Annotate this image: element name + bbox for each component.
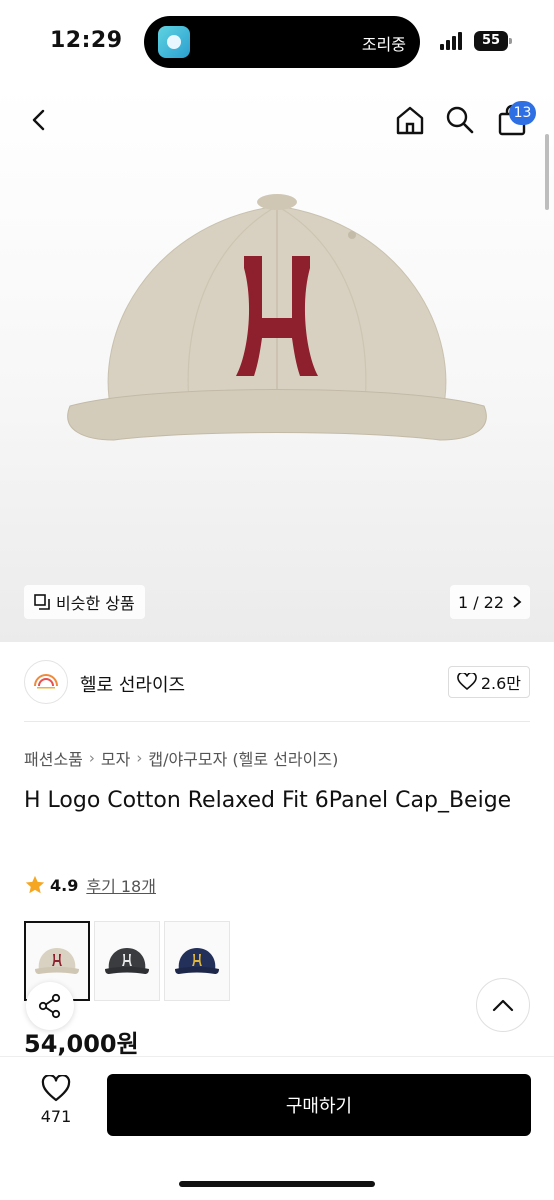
divider [24,721,530,722]
bottom-action-bar: 471 구매하기 [0,1056,554,1200]
star-icon [25,875,45,894]
live-activity-app-icon [158,26,190,58]
scroll-to-top-button[interactable] [476,978,530,1032]
similar-products-label: 비슷한 상품 [56,594,135,613]
rating-row[interactable]: 4.9 후기 18개 [24,873,156,897]
product-image-gallery[interactable] [0,84,554,642]
breadcrumb-item[interactable]: 캡/야구모자 (헬로 선라이즈) [148,746,338,770]
home-indicator [179,1181,375,1187]
brand-row[interactable]: 헬로 선라이즈 2.6만 [24,660,530,706]
product-price: 54,000원 [24,1030,139,1058]
brand-like-button[interactable]: 2.6만 [447,666,530,698]
sunrise-logo-icon [34,674,58,689]
breadcrumb-item[interactable]: 모자 [101,746,130,770]
scroll-indicator[interactable] [545,134,549,210]
product-image [67,194,487,441]
share-button[interactable] [26,982,74,1030]
chevron-left-icon [32,109,45,131]
color-option-black[interactable] [94,921,160,1001]
rating-value: 4.9 [50,875,79,895]
copy-icon [34,594,50,610]
similar-products-button[interactable]: 비슷한 상품 [24,585,145,619]
dynamic-island[interactable]: 조리중 [144,16,420,68]
heart-icon [41,1075,71,1102]
buy-button[interactable]: 구매하기 [107,1074,531,1136]
status-time: 12:29 [50,28,123,53]
cap-thumbnail [175,948,219,974]
search-button[interactable] [438,98,482,142]
wishlist-button[interactable]: 471 [30,1075,82,1139]
chevron-right-icon: › [136,749,143,767]
back-button[interactable] [18,98,62,142]
cap-thumbnail [35,948,79,974]
product-title: H Logo Cotton Relaxed Fit 6Panel Cap_Bei… [24,788,512,813]
brand-logo[interactable] [24,660,68,704]
wishlist-count: 471 [40,1107,72,1126]
home-button[interactable] [388,98,432,142]
live-activity-text: 조리중 [361,35,406,54]
chevron-right-icon: › [88,749,95,767]
color-option-navy[interactable] [164,921,230,1001]
signal-icon [440,32,466,50]
chevron-right-icon [513,596,522,608]
cart-count-badge: 13 [509,101,536,125]
chevron-up-icon [492,999,514,1012]
status-bar: 12:29 조리중 55 [0,0,554,84]
cap-thumbnail [105,948,149,974]
review-count-link[interactable]: 후기 18개 [86,873,156,897]
battery-icon: 55 [474,31,512,51]
page-indicator-text: 1 / 22 [457,592,505,612]
brand-like-count: 2.6만 [480,674,521,693]
breadcrumb-item[interactable]: 패션소품 [24,746,83,770]
search-icon [446,106,474,134]
image-page-counter[interactable]: 1 / 22 [450,585,530,619]
breadcrumb: 패션소품 › 모자 › 캡/야구모자 (헬로 선라이즈) [24,746,338,770]
share-icon [38,993,61,1019]
brand-name[interactable]: 헬로 선라이즈 [80,671,185,697]
home-icon [396,106,424,135]
heart-icon [457,673,477,691]
